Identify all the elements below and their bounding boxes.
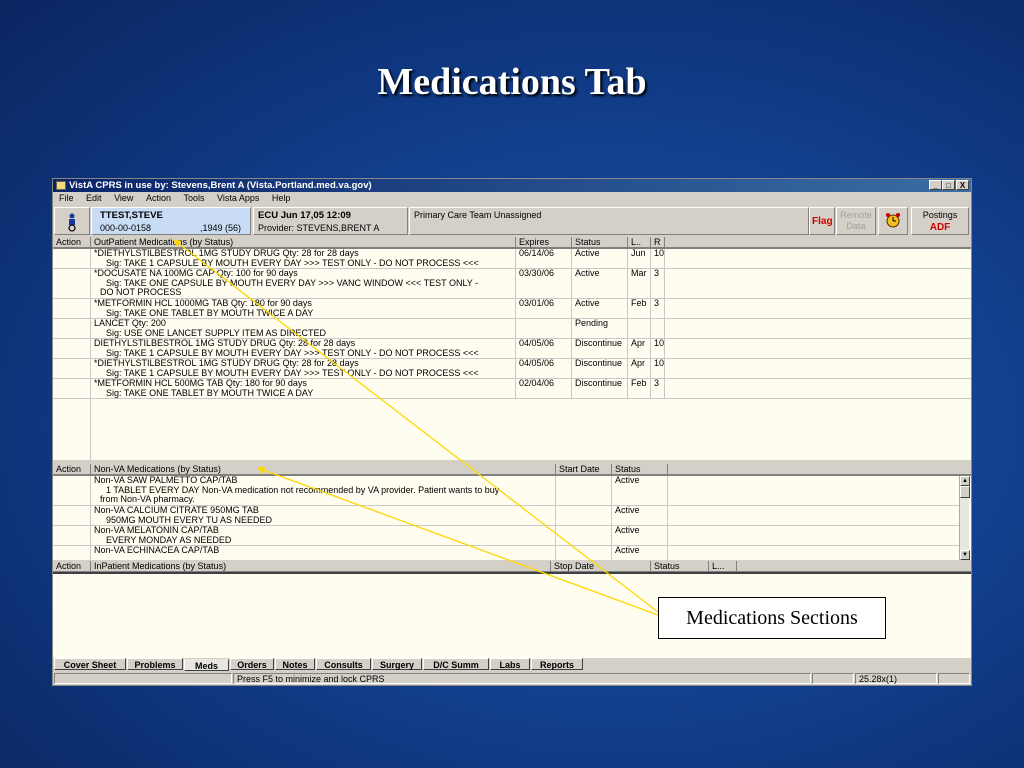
callout-lines <box>172 239 659 616</box>
medications-sections-callout: Medications Sections <box>658 597 886 639</box>
arrow-outpatient <box>172 239 659 613</box>
arrow-nonva <box>256 466 659 616</box>
